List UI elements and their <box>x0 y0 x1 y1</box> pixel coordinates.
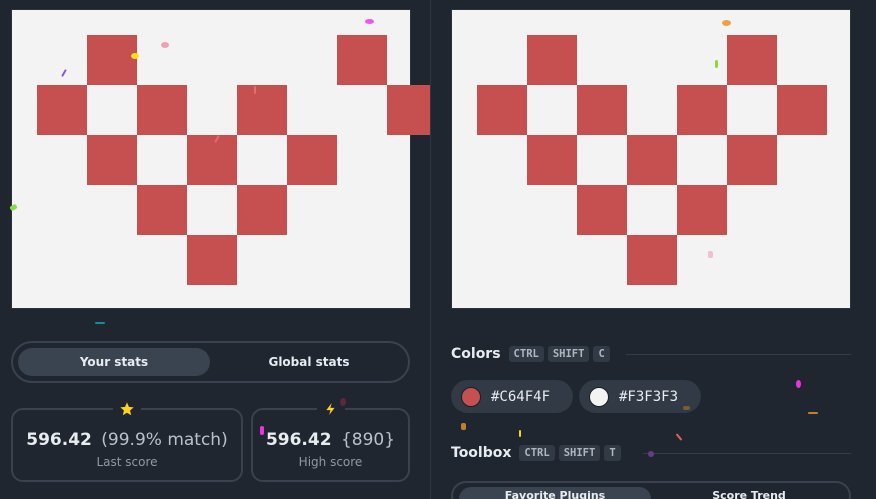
pixel-cell <box>527 35 577 85</box>
high-score-value: 596.42 {890} <box>253 430 408 450</box>
pixel-cell <box>477 85 527 135</box>
color-dot <box>461 386 481 407</box>
pixel-cell <box>527 135 577 185</box>
toolbox-header: Toolbox CTRL SHIFT T <box>451 445 625 461</box>
high-score-number: 596.42 <box>265 430 332 450</box>
shortcut-key: CTRL <box>508 346 544 362</box>
confetti-piece <box>808 412 818 414</box>
star-icon <box>113 398 141 420</box>
high-score-label: High score <box>298 455 363 469</box>
color-dot <box>589 386 609 407</box>
shortcut-key: SHIFT <box>547 346 590 362</box>
confetti-piece <box>254 86 256 94</box>
confetti-piece <box>161 42 169 48</box>
colors-header: Colors CTRL SHIFT C <box>451 346 614 362</box>
tab-your-stats[interactable]: Your stats <box>18 348 210 376</box>
high-score-card: 596.42 {890} High score <box>251 398 410 482</box>
left-panel: Your stats Global stats 596.42 (99.9% ma… <box>0 0 437 499</box>
toolbox-title: Toolbox <box>451 445 512 461</box>
output-canvas <box>451 9 851 309</box>
pixel-cell <box>137 185 187 235</box>
pixel-cell <box>727 135 777 185</box>
pixel-cell <box>187 235 237 285</box>
toolbox-divider <box>643 453 851 454</box>
confetti-piece <box>340 398 346 406</box>
colors-divider <box>626 354 851 355</box>
color-hex: #C64F4F <box>491 388 551 405</box>
pixel-cell <box>237 185 287 235</box>
target-canvas <box>11 9 437 309</box>
pixel-cell <box>577 185 627 235</box>
stats-tabs: Your stats Global stats <box>11 341 410 383</box>
color-swatch[interactable]: #C64F4F <box>451 380 573 413</box>
last-score-card: 596.42 (99.9% match) Last score <box>11 398 243 482</box>
confetti-piece <box>722 20 731 26</box>
pixel-cell <box>337 35 387 85</box>
confetti-piece <box>648 451 654 457</box>
confetti-piece <box>260 426 264 435</box>
pixel-cell <box>237 85 287 135</box>
confetti-piece <box>519 430 521 437</box>
last-score-number: 596.42 <box>26 430 92 450</box>
pixel-cell <box>187 135 237 185</box>
last-score-label: Last score <box>96 455 158 469</box>
pixel-cell <box>627 235 677 285</box>
pixel-cell <box>627 135 677 185</box>
confetti-piece <box>95 322 105 324</box>
pixel-cell <box>677 85 727 135</box>
pixel-cell <box>137 85 187 135</box>
right-panel: Colors CTRL SHIFT C #C64F4F #F3F3F3 Tool… <box>431 0 876 499</box>
confetti-piece <box>365 19 374 24</box>
shortcut-key: T <box>604 445 621 461</box>
pixel-cell <box>287 135 337 185</box>
toolbox-tabs: Favorite Plugins Score Trend <box>451 481 851 499</box>
confetti-piece <box>715 60 718 68</box>
pixel-cell <box>37 85 87 135</box>
high-score-count: {890} <box>340 430 396 450</box>
confetti-piece <box>708 251 713 258</box>
pixel-cell <box>777 85 827 135</box>
shortcut-key: CTRL <box>519 445 555 461</box>
pixel-cell <box>577 85 627 135</box>
tab-favorite-plugins[interactable]: Favorite Plugins <box>459 487 651 499</box>
pixel-cell <box>87 35 137 85</box>
confetti-piece <box>683 406 690 410</box>
pixel-cell <box>87 135 137 185</box>
confetti-piece <box>131 53 139 59</box>
colors-title: Colors <box>451 346 501 362</box>
last-score-match: (99.9% match) <box>101 430 228 450</box>
shortcut-key: SHIFT <box>558 445 601 461</box>
confetti-piece <box>461 423 466 430</box>
tab-global-stats[interactable]: Global stats <box>213 348 405 376</box>
last-score-value: 596.42 (99.9% match) <box>13 430 241 450</box>
tab-score-trend[interactable]: Score Trend <box>653 487 845 499</box>
shortcut-key: C <box>593 346 610 362</box>
color-hex: #F3F3F3 <box>619 388 679 405</box>
confetti-piece <box>796 380 801 388</box>
pixel-cell <box>727 35 777 85</box>
pixel-cell <box>677 185 727 235</box>
